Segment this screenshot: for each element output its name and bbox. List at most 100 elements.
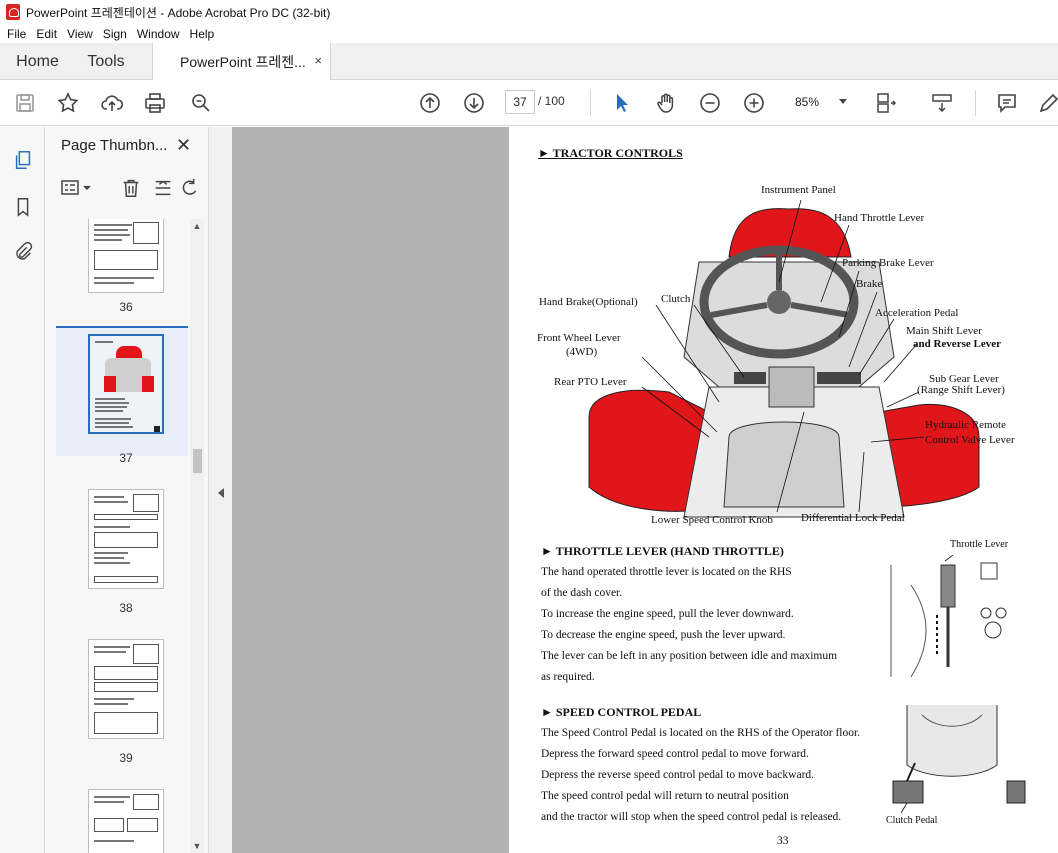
zoom-select[interactable]: 85% (785, 90, 855, 114)
tab-document[interactable]: PowerPoint 프레젠... × (152, 43, 331, 80)
tab-bar: Home Tools PowerPoint 프레젠... × (0, 43, 1058, 80)
label-acceleration-pedal: Acceleration Pedal (875, 307, 959, 319)
menu-view[interactable]: View (62, 27, 98, 41)
throttle-text-line: The hand operated throttle lever is loca… (541, 566, 792, 578)
menu-edit[interactable]: Edit (31, 27, 62, 41)
panel-splitter[interactable] (208, 127, 232, 853)
label-control-valve: Control Valve Lever (925, 434, 1015, 446)
label-range-shift: (Range Shift Lever) (917, 384, 1005, 396)
thumbnails-header: Page Thumbn... (61, 137, 168, 154)
tab-home[interactable]: Home (0, 43, 75, 80)
throttle-text-line: The lever can be left in any position be… (541, 650, 838, 662)
select-arrow-icon[interactable] (609, 90, 635, 116)
label-lower-speed-knob: Lower Speed Control Knob (651, 514, 773, 526)
label-parking-brake: Parking Brake Lever (842, 257, 934, 269)
label-reverse-lever: and Reverse Lever (913, 338, 1001, 350)
window-title: PowerPoint 프레젠테이션 - Adobe Acrobat Pro DC… (26, 5, 331, 20)
label-brake: Brake (856, 278, 883, 290)
menu-window[interactable]: Window (132, 27, 185, 41)
print-icon[interactable] (142, 90, 168, 116)
page-footer-number: 33 (777, 835, 789, 847)
thumbnail-label: 36 (119, 300, 133, 314)
label-diff-lock: Differential Lock Pedal (801, 512, 905, 524)
label-front-wheel: Front Wheel Lever (537, 332, 621, 344)
label-hand-brake: Hand Brake(Optional) (539, 296, 638, 308)
scroll-down-icon[interactable]: ▼ (190, 839, 204, 853)
tractor-controls-diagram (588, 199, 980, 518)
zoom-in-icon[interactable] (741, 90, 767, 116)
thumbnail-list: 36 37 38 39 (46, 219, 192, 853)
scrollbar-thumb[interactable] (193, 449, 202, 473)
rotate-icon[interactable] (182, 177, 198, 199)
thumbnail-page[interactable] (88, 489, 164, 589)
throttle-text-line: as required. (541, 671, 595, 683)
close-icon[interactable]: ✕ (176, 135, 191, 156)
title-bar: PowerPoint 프레젠테이션 - Adobe Acrobat Pro DC… (0, 0, 1058, 24)
speed-text-line: The Speed Control Pedal is located on th… (541, 727, 861, 739)
throttle-text-line: To decrease the engine speed, push the l… (541, 629, 786, 641)
speed-text-line: Depress the reverse speed control pedal … (541, 769, 815, 781)
save-icon[interactable] (12, 90, 38, 116)
attachment-icon[interactable] (10, 239, 36, 265)
scroll-mode-icon[interactable] (929, 90, 955, 116)
menu-file[interactable]: File (2, 27, 31, 41)
delete-icon[interactable] (120, 177, 142, 199)
label-hydraulic-remote: Hydraulic Remote (925, 419, 1006, 431)
page-down-icon[interactable] (461, 90, 487, 116)
label-clutch: Clutch (661, 293, 691, 305)
scroll-up-icon[interactable]: ▲ (190, 219, 204, 233)
pen-icon[interactable] (1036, 90, 1058, 116)
hand-icon[interactable] (653, 90, 679, 116)
clutch-pedal-label: Clutch Pedal (886, 815, 938, 826)
toolbar-divider (590, 90, 591, 116)
thumbnail-page[interactable] (88, 789, 164, 853)
menu-help[interactable]: Help (185, 27, 220, 41)
label-instrument-panel: Instrument Panel (761, 184, 836, 196)
thumbnail-page[interactable] (88, 219, 164, 293)
page-total: / 100 (538, 94, 565, 108)
menu-sign[interactable]: Sign (98, 27, 132, 41)
star-icon[interactable] (55, 90, 81, 116)
speed-text-line: and the tractor will stop when the speed… (541, 811, 842, 823)
zoom-value: 85% (795, 95, 820, 109)
page-thumbnails-panel: Page Thumbn... ✕ 36 37 38 39 ▲ ▼ (46, 127, 208, 853)
thumbnail-toolbar (56, 175, 201, 203)
thumbnail-label: 39 (119, 751, 133, 765)
tab-tools[interactable]: Tools (75, 43, 137, 80)
speed-pedal-image (867, 705, 1029, 813)
thumbnail-page-selected[interactable] (88, 334, 164, 434)
main-toolbar: 37 / 100 85% (0, 80, 1058, 126)
extract-pages-icon[interactable] (152, 177, 174, 199)
speed-text-line: Depress the forward speed control pedal … (541, 748, 809, 760)
label-hand-throttle: Hand Throttle Lever (834, 212, 925, 224)
tractor-controls-heading: ► TRACTOR CONTROLS (538, 146, 683, 160)
acrobat-logo-icon (6, 4, 20, 20)
pdf-page: ► TRACTOR CONTROLS Instrument Panel Hand… (509, 127, 1058, 853)
menu-bar: File Edit View Sign Window Help (0, 24, 1058, 43)
upload-icon[interactable] (99, 90, 125, 116)
speed-pedal-heading: ► SPEED CONTROL PEDAL (541, 705, 702, 719)
label-4wd: (4WD) (566, 346, 598, 358)
thumbnail-label: 37 (119, 451, 133, 465)
page-thumbnails-icon[interactable] (10, 147, 36, 173)
throttle-heading: ► THROTTLE LEVER (HAND THROTTLE) (541, 544, 784, 558)
chevron-down-icon (839, 99, 847, 104)
thumbnail-page[interactable] (88, 639, 164, 739)
collapse-panel-icon[interactable] (218, 488, 224, 498)
bookmark-icon[interactable] (10, 194, 36, 220)
label-rear-pto: Rear PTO Lever (554, 376, 627, 388)
fit-page-icon[interactable] (873, 90, 899, 116)
zoom-out-icon[interactable] (697, 90, 723, 116)
throttle-text-line: of the dash cover. (541, 587, 623, 599)
page-number-input[interactable]: 37 (505, 90, 535, 114)
zoom-search-icon[interactable] (188, 90, 214, 116)
tab-close-icon[interactable]: × (314, 53, 322, 68)
options-menu-icon[interactable] (60, 177, 94, 199)
document-viewer: ► TRACTOR CONTROLS Instrument Panel Hand… (232, 127, 1058, 853)
throttle-lever-image (871, 555, 1041, 677)
tab-document-label: PowerPoint 프레젠... (180, 53, 306, 70)
comment-icon[interactable] (994, 90, 1020, 116)
thumbnail-scrollbar[interactable]: ▲ ▼ (190, 219, 204, 853)
page-up-icon[interactable] (417, 90, 443, 116)
throttle-image-label: Throttle Lever (950, 539, 1009, 550)
